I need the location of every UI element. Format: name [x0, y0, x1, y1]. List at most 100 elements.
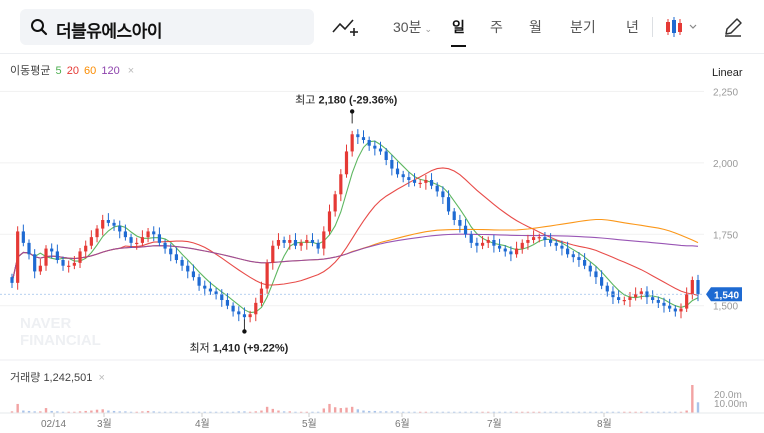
- candle-body: [605, 285, 609, 292]
- watermark-financial: FINANCIAL: [20, 332, 101, 349]
- candle-body: [696, 280, 700, 295]
- volume-bar: [350, 406, 354, 413]
- toolbar-divider: [652, 17, 653, 37]
- x-tick-label: 02/14: [41, 419, 66, 430]
- pencil-icon[interactable]: [722, 16, 744, 38]
- candle-body: [208, 288, 213, 292]
- chevron-down-icon: ⌄: [424, 24, 432, 34]
- candle-body: [651, 297, 655, 300]
- high-annotation-label: 최고: [295, 93, 318, 106]
- candle-body: [271, 245, 275, 263]
- volume-bar: [271, 408, 274, 413]
- high-annotation-value: 2,180 (-29.36%): [318, 94, 397, 106]
- candle-body: [225, 300, 230, 306]
- candle-body: [469, 234, 473, 243]
- candle-body: [390, 160, 394, 169]
- candle-body: [537, 237, 541, 239]
- candle-body: [129, 237, 133, 243]
- candle-body: [55, 251, 59, 260]
- candle-body: [214, 291, 218, 295]
- candle-body: [446, 197, 451, 212]
- candle-body: [401, 174, 405, 178]
- candle-body: [146, 231, 150, 238]
- candle-body: [690, 280, 694, 295]
- candle-body: [282, 240, 286, 243]
- candle-body: [514, 248, 519, 255]
- volume-bar: [691, 385, 694, 413]
- candle-body: [344, 151, 349, 175]
- volume-tick-label: 10.00m: [714, 399, 747, 410]
- candle-body: [78, 251, 82, 263]
- low-marker-dot: [242, 329, 247, 334]
- candle-body: [452, 211, 456, 220]
- candle-body: [180, 260, 184, 266]
- candle-body: [566, 248, 570, 255]
- candle-body: [588, 265, 592, 272]
- candle-body: [106, 220, 110, 223]
- candle-body: [305, 240, 309, 243]
- candle-body: [356, 134, 360, 138]
- candle-body: [10, 277, 14, 283]
- candle-body: [622, 300, 626, 302]
- tab-year[interactable]: 년: [626, 17, 639, 37]
- candle-body: [140, 237, 144, 243]
- candle-body: [265, 262, 269, 289]
- candle-body: [310, 240, 315, 243]
- candle-body: [441, 191, 445, 198]
- candle-body: [27, 242, 31, 255]
- volume-bar: [44, 408, 48, 413]
- candle-body: [639, 291, 643, 295]
- volume-bar: [328, 403, 331, 413]
- price-chart[interactable]: 1,500 1,750 2,000 2,250 최고 2,180 (-29.36%) 최저…: [0, 54, 764, 433]
- tab-week[interactable]: 주: [490, 17, 503, 37]
- candle-body: [583, 260, 587, 266]
- candle-body: [617, 297, 621, 300]
- candle-body: [685, 294, 689, 309]
- candle-body: [458, 220, 462, 226]
- candle-body: [242, 314, 247, 318]
- volume-bar: [696, 402, 700, 413]
- price-tick-label: 1,500: [713, 302, 738, 313]
- candle-body: [634, 294, 638, 298]
- low-annotation-label: 최저: [189, 341, 212, 354]
- candle-body: [61, 260, 65, 266]
- candle-body: [367, 140, 371, 146]
- volume-bar: [265, 406, 269, 413]
- x-tick-label: 4월: [195, 418, 210, 430]
- candle-body: [118, 225, 122, 232]
- candle-body: [152, 231, 156, 235]
- tab-day[interactable]: 일: [451, 17, 466, 47]
- candle-body: [169, 248, 173, 255]
- tab-quarter[interactable]: 분기: [570, 17, 596, 37]
- tab-30m[interactable]: 30분 ⌄: [393, 17, 432, 37]
- candle-body: [554, 242, 558, 246]
- candle-body: [163, 242, 167, 249]
- volume-bar: [322, 408, 326, 413]
- candle-body: [259, 288, 264, 303]
- search-icon: [31, 19, 48, 36]
- candle-body: [600, 277, 604, 286]
- price-tick-label: 1,750: [713, 230, 738, 241]
- x-tick-label: 7월: [487, 418, 502, 430]
- price-tick-label: 2,250: [713, 87, 738, 98]
- candle-body: [33, 254, 37, 272]
- candle-body: [16, 231, 20, 283]
- candle-body: [237, 311, 241, 315]
- candle-type-icon[interactable]: [664, 15, 702, 39]
- candle-body: [38, 265, 42, 272]
- candle-body: [50, 248, 54, 252]
- candle-body: [21, 231, 25, 243]
- volume-bar: [339, 408, 343, 413]
- candle-body: [543, 237, 547, 240]
- candle-body: [662, 302, 666, 306]
- drawing-tool-icon[interactable]: [332, 16, 358, 38]
- candle-body: [412, 180, 417, 183]
- candle-body: [288, 240, 292, 243]
- candle-body: [89, 237, 93, 246]
- stock-search-box[interactable]: 더블유에스아이: [20, 9, 314, 45]
- candle-body: [531, 237, 536, 240]
- candle-body: [656, 300, 660, 303]
- tab-month[interactable]: 월: [529, 17, 542, 37]
- candles-group: [10, 129, 700, 323]
- x-tick-label: 5월: [302, 418, 317, 430]
